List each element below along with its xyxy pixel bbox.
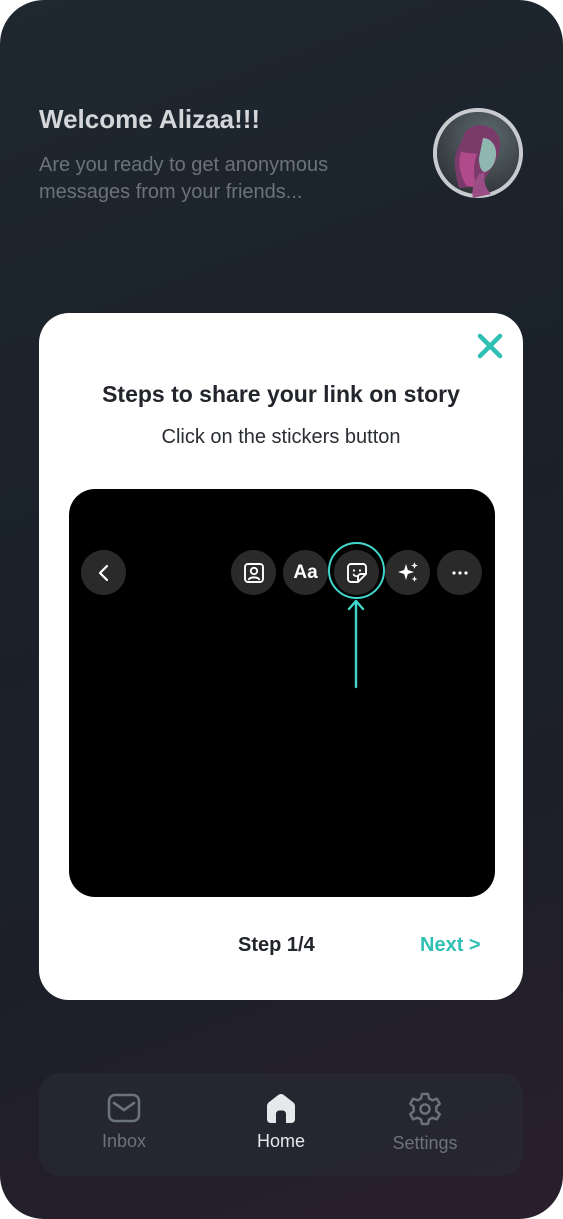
mail-icon bbox=[107, 1093, 141, 1123]
step-indicator: Step 1/4 bbox=[238, 934, 315, 956]
close-button[interactable] bbox=[475, 331, 505, 361]
app-screen: Welcome Alizaa!!! Are you ready to get a… bbox=[0, 0, 563, 1219]
next-button[interactable]: Next > bbox=[420, 934, 481, 957]
modal-title: Steps to share your link on story bbox=[102, 381, 460, 407]
nav-label-settings: Settings bbox=[392, 1133, 458, 1153]
story-editor-preview: Aa bbox=[69, 489, 495, 897]
home-icon bbox=[267, 1093, 295, 1123]
chevron-left-icon bbox=[98, 564, 108, 581]
nav-label-inbox: Inbox bbox=[101, 1131, 147, 1151]
nav-item-inbox[interactable]: Inbox bbox=[64, 1091, 184, 1152]
bottom-nav: Inbox Home Settings bbox=[39, 1073, 523, 1176]
modal-instruction: Click on the stickers button bbox=[161, 426, 401, 448]
arrow-up-icon bbox=[347, 599, 365, 689]
back-button bbox=[81, 550, 126, 595]
text-tool-button: Aa bbox=[283, 550, 328, 595]
close-icon bbox=[477, 333, 503, 359]
welcome-title: Welcome Alizaa!!! bbox=[39, 104, 261, 134]
profile-frame-button bbox=[231, 550, 276, 595]
more-button bbox=[437, 550, 482, 595]
gear-icon bbox=[409, 1092, 441, 1126]
more-dots-icon bbox=[451, 570, 468, 575]
share-steps-modal: Steps to share your link on story Click … bbox=[39, 313, 523, 1000]
avatar[interactable] bbox=[433, 108, 523, 198]
welcome-subtitle: Are you ready to get anonymous messages … bbox=[39, 154, 329, 203]
sparkles-icon bbox=[397, 561, 418, 582]
sticker-highlight-ring bbox=[328, 542, 385, 599]
nav-item-home[interactable]: Home bbox=[221, 1091, 341, 1152]
nav-label-home: Home bbox=[256, 1131, 305, 1151]
avatar-image bbox=[433, 108, 523, 198]
effects-button bbox=[385, 550, 430, 595]
nav-item-settings[interactable]: Settings bbox=[365, 1091, 485, 1154]
text-tool-label: Aa bbox=[293, 561, 318, 583]
portrait-icon bbox=[243, 562, 264, 583]
